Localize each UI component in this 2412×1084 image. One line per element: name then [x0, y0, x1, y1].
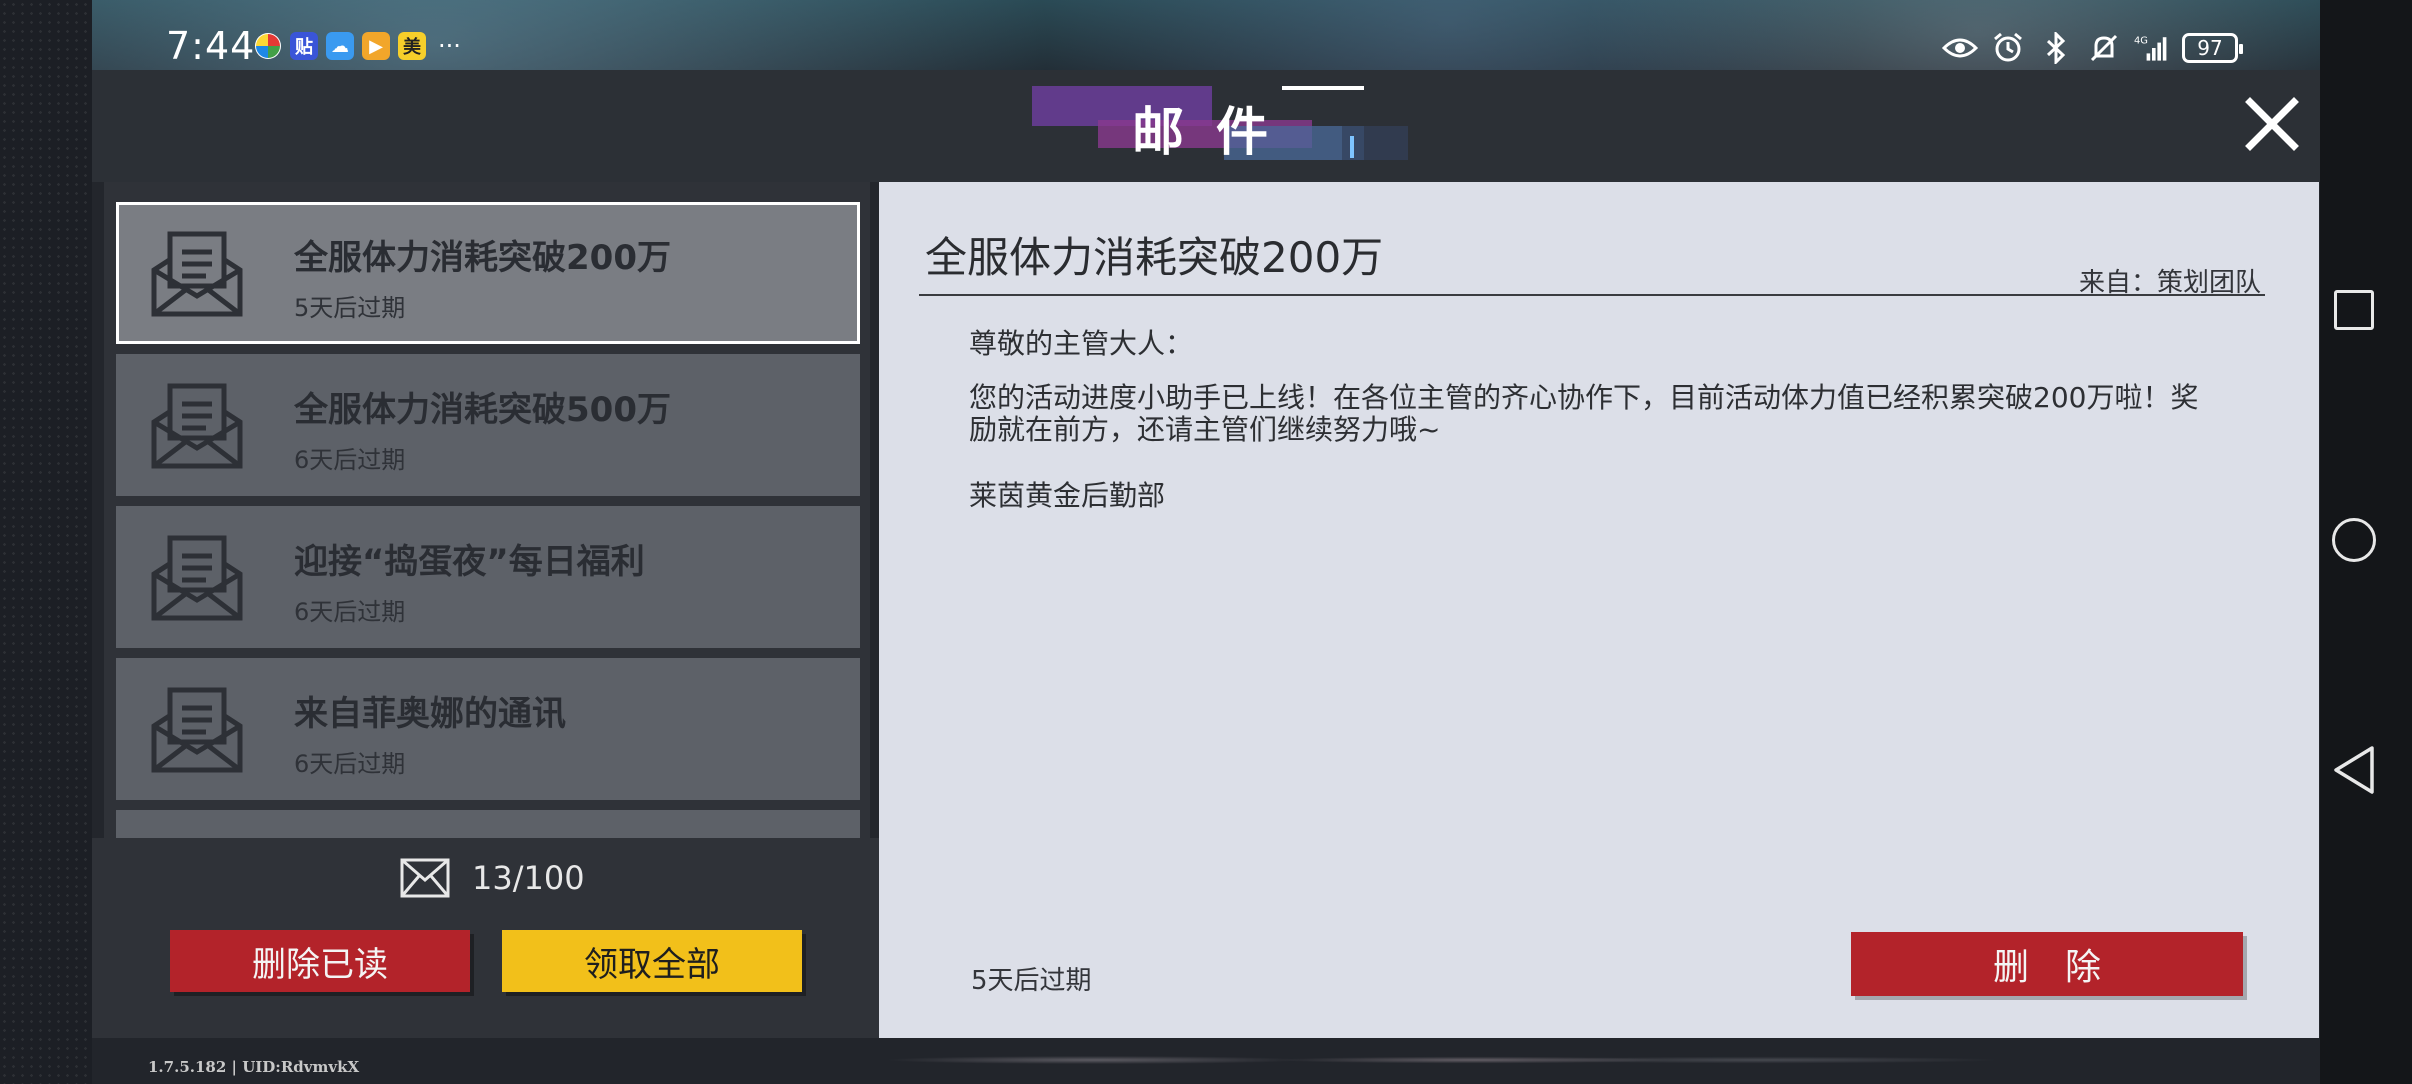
home-button[interactable]	[2332, 518, 2376, 562]
mail-list-item[interactable]: 迎接“捣蛋夜”每日福利 6天后过期	[116, 506, 860, 648]
mail-title: 来自菲奥娜的通讯	[294, 694, 566, 734]
envelope-open-icon	[151, 383, 243, 469]
close-icon	[2245, 97, 2299, 151]
mute-bell-icon	[2086, 30, 2122, 66]
mail-title: 全服体力消耗突破200万	[294, 238, 671, 278]
mail-body: 您的活动进度小助手已上线！在各位主管的齐心协作下，目前活动体力值已经积累突破20…	[969, 381, 2199, 446]
envelope-open-icon	[151, 535, 243, 621]
status-bar: 7:44 贴 ☁ ▶ 美 ··· 4G 97	[166, 18, 2320, 74]
divider	[919, 294, 2265, 296]
mail-list-item[interactable]: 来自菲奥娜的通讯 6天后过期	[116, 658, 860, 800]
video-app-icon: ▶	[362, 32, 390, 60]
window-title: 邮件	[1132, 102, 1301, 163]
back-button[interactable]	[2330, 744, 2378, 796]
weather-app-icon: ☁	[326, 32, 354, 60]
battery-icon: 97	[2182, 33, 2243, 63]
mail-detail: 全服体力消耗突破200万 来自：策划团队 尊敬的主管大人： 您的活动进度小助手已…	[879, 182, 2319, 1038]
mail-count: 13/100	[400, 858, 585, 898]
mail-expiry: 6天后过期	[294, 750, 406, 778]
envelope-open-icon	[151, 687, 243, 773]
close-button[interactable]	[2236, 88, 2308, 160]
mail-title: 迎接“捣蛋夜”每日福利	[294, 542, 645, 582]
tieba-app-icon: 贴	[290, 32, 318, 60]
eye-icon	[1942, 30, 1978, 66]
mail-list-item[interactable]: 全服体力消耗突破200万 5天后过期	[116, 202, 860, 344]
envelope-open-icon	[151, 231, 243, 317]
mail-detail-title: 全服体力消耗突破200万	[925, 233, 1384, 282]
bottom-background	[92, 1036, 2320, 1084]
mail-expiry: 6天后过期	[294, 446, 406, 474]
envelope-icon	[400, 858, 450, 898]
mail-list-item-partial[interactable]	[116, 810, 860, 838]
mail-signoff: 莱茵黄金后勤部	[969, 479, 1166, 512]
recents-button[interactable]	[2334, 290, 2374, 330]
title-decoration	[1350, 136, 1354, 158]
clock: 7:44	[166, 24, 256, 68]
notification-icons: 贴 ☁ ▶ 美 ···	[254, 32, 461, 60]
mail-title: 全服体力消耗突破500万	[294, 390, 671, 430]
mail-list-item[interactable]: 全服体力消耗突破500万 6天后过期	[116, 354, 860, 496]
system-status-icons: 4G 97	[1942, 30, 2243, 66]
delete-read-button[interactable]: 删除已读	[170, 930, 470, 992]
meituan-app-icon: 美	[398, 32, 426, 60]
alarm-icon	[1990, 30, 2026, 66]
mail-detail-expiry: 5天后过期	[971, 966, 1092, 996]
mail-count-text: 13/100	[472, 859, 585, 897]
mail-list-footer: 13/100 删除已读 领取全部	[92, 838, 882, 1038]
pinwheel-app-icon	[254, 32, 282, 60]
mail-expiry: 6天后过期	[294, 598, 406, 626]
mail-window: 邮件 全服体力消耗突破200万 5天后过期 全服体力消耗突破500万 6天后过期…	[92, 70, 2320, 1038]
left-edge-background	[0, 0, 92, 1084]
mail-greeting: 尊敬的主管大人：	[969, 327, 1194, 360]
title-bar: 邮件	[92, 70, 2320, 182]
bluetooth-icon	[2038, 30, 2074, 66]
claim-all-button[interactable]: 领取全部	[502, 930, 802, 992]
mail-list[interactable]: 全服体力消耗突破200万 5天后过期 全服体力消耗突破500万 6天后过期 迎接…	[104, 182, 870, 838]
signal-icon: 4G	[2134, 30, 2170, 66]
more-notifications-icon: ···	[438, 32, 461, 60]
delete-button[interactable]: 删除	[1851, 932, 2243, 996]
svg-text:4G: 4G	[2134, 36, 2148, 47]
mail-expiry: 5天后过期	[294, 294, 406, 322]
version-label: 1.7.5.182 | UID:RdvmvkX	[148, 1058, 360, 1076]
